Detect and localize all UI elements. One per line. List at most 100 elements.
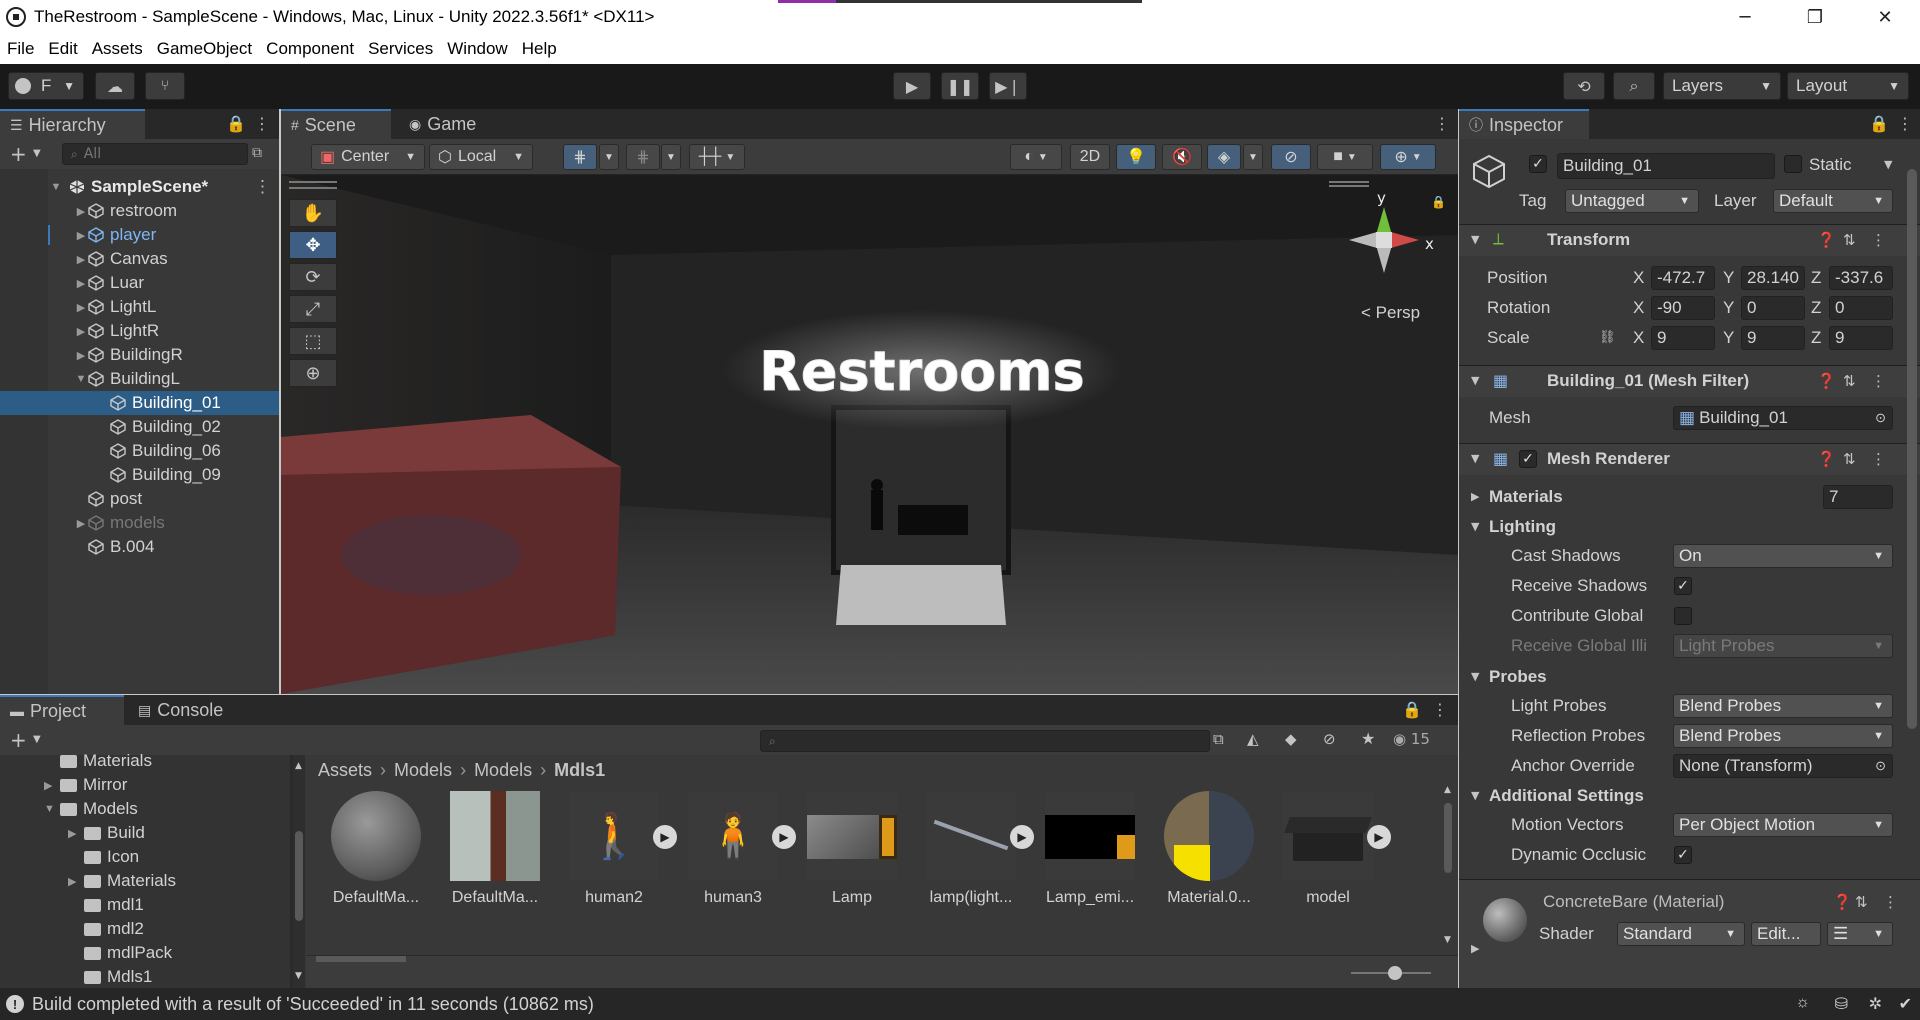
motion-vectors-dropdown[interactable]: Per Object Motion ▼	[1673, 813, 1893, 837]
project-folder-item[interactable]: ▶ Build	[68, 821, 145, 845]
favorite-star-icon[interactable]: ★	[1361, 729, 1375, 748]
space-local-dropdown[interactable]: ⬡ Local ▼	[429, 144, 533, 170]
status-message[interactable]: Build completed with a result of 'Succee…	[32, 994, 594, 1015]
project-folder-item[interactable]: ▶ Mirror	[44, 773, 127, 797]
transform-header[interactable]: ▼ ⟂ Transform ❓ ⇅ ⋮	[1459, 224, 1920, 256]
probes-foldout[interactable]: Probes	[1489, 667, 1547, 687]
increment-snap-dropdown[interactable]: ▼	[661, 144, 681, 170]
cache-server-icon[interactable]: ⛁	[1835, 994, 1848, 1014]
account-dropdown[interactable]: F ▼	[8, 72, 84, 100]
hierarchy-item[interactable]: Building_01	[0, 391, 279, 415]
project-folder-item[interactable]: ▶ Materials	[68, 869, 176, 893]
create-plus-icon[interactable]: +	[10, 728, 27, 752]
kebab-menu-icon[interactable]: ⋮	[1871, 450, 1886, 468]
hierarchy-item[interactable]: ▶ BuildingR	[0, 343, 279, 367]
scale-x-field[interactable]: 9	[1651, 326, 1715, 350]
hierarchy-item[interactable]: ▼ BuildingL	[0, 367, 279, 391]
object-name-field[interactable]: Building_01	[1557, 153, 1775, 179]
mesh-renderer-enabled-checkbox[interactable]: ✓	[1519, 450, 1537, 468]
hierarchy-item[interactable]: Building_09	[0, 463, 279, 487]
auto-generate-lighting-icon[interactable]: ☼	[1795, 994, 1810, 1012]
check-circle-icon[interactable]: ✔	[1899, 994, 1912, 1014]
fold-arrow-icon[interactable]: ▶	[68, 827, 84, 840]
ruler-dropdown[interactable]: ┼┼ ▼	[689, 144, 745, 170]
project-folder-item[interactable]: Mdls1	[68, 965, 152, 988]
fold-arrow-icon[interactable]: ▶	[74, 205, 88, 218]
kebab-menu-icon[interactable]: ⋮	[1883, 893, 1898, 911]
close-button[interactable]: ✕	[1850, 0, 1920, 34]
tag-dropdown[interactable]: Untagged ▼	[1565, 189, 1699, 213]
layout-dropdown[interactable]: Layout ▼	[1787, 72, 1909, 100]
fold-arrow-icon[interactable]: ▶	[74, 349, 88, 362]
pause-button[interactable]: ❚❚	[941, 72, 979, 100]
filter-by-label-icon[interactable]: ◆	[1285, 730, 1297, 748]
scene-visibility-toggle[interactable]: ⊘	[1271, 144, 1311, 170]
kebab-menu-icon[interactable]: ⋮	[1871, 372, 1886, 390]
search-filter-icon[interactable]: ⧉	[252, 145, 262, 161]
kebab-menu-icon[interactable]: ⋮	[254, 177, 271, 197]
tab-hierarchy[interactable]: ☰ Hierarchy	[0, 109, 145, 139]
asset-item[interactable]: Lamp	[794, 791, 910, 907]
asset-item[interactable]: ▶ model	[1270, 791, 1391, 907]
reflection-probes-dropdown[interactable]: Blend Probes ▼	[1673, 724, 1893, 748]
thumbnail-size-slider-knob[interactable]	[1388, 966, 1402, 980]
scene-row[interactable]: ▼ SampleScene* ⋮	[0, 175, 279, 199]
minimize-button[interactable]: ─	[1710, 0, 1780, 34]
gizmos-dropdown[interactable]: ⊕ ▼	[1380, 144, 1436, 170]
tab-inspector[interactable]: ⓘ Inspector	[1459, 109, 1589, 139]
hierarchy-item[interactable]: ▶ Luar	[0, 271, 279, 295]
fold-arrow-icon[interactable]: ▼	[1471, 520, 1479, 533]
search-button[interactable]: ⌕	[1613, 72, 1655, 100]
kebab-menu-icon[interactable]: ⋮	[1871, 231, 1886, 249]
hierarchy-search-input[interactable]: ⌕ All	[62, 143, 248, 165]
project-folder-item[interactable]: ▼ Models	[44, 797, 138, 821]
kebab-menu-icon[interactable]: ⋮	[254, 114, 270, 133]
position-x-field[interactable]: -472.7	[1651, 266, 1715, 290]
maximize-button[interactable]: ❐	[1780, 0, 1850, 34]
menu-component[interactable]: Component	[259, 39, 361, 59]
asset-scrollbar[interactable]: ▲ ▼	[1442, 785, 1454, 955]
asset-item[interactable]: Material.0...	[1151, 791, 1267, 907]
constrain-proportions-icon[interactable]: ⛓	[1599, 330, 1616, 345]
cast-shadows-dropdown[interactable]: On ▼	[1673, 544, 1893, 568]
light-probes-dropdown[interactable]: Blend Probes ▼	[1673, 694, 1893, 718]
debug-mode-icon[interactable]: ✲	[1869, 994, 1882, 1014]
rotation-x-field[interactable]: -90	[1651, 296, 1715, 320]
expand-asset-icon[interactable]: ▶	[1367, 825, 1391, 849]
gizmo-lock-icon[interactable]: 🔒	[1431, 195, 1446, 209]
hierarchy-item[interactable]: ▶ Canvas	[0, 247, 279, 271]
fold-arrow-icon[interactable]: ▼	[1471, 452, 1479, 465]
scroll-down-icon[interactable]: ▼	[295, 971, 302, 981]
scale-tool-button[interactable]: ⤢	[289, 295, 337, 323]
inspector-scrollbar[interactable]	[1907, 169, 1917, 729]
scroll-down-icon[interactable]: ▼	[1444, 935, 1451, 945]
presets-sliders-icon[interactable]: ⇅	[1843, 231, 1856, 249]
menu-gameobject[interactable]: GameObject	[150, 39, 259, 59]
hierarchy-item[interactable]: ▶ models	[0, 511, 279, 535]
fold-arrow-icon[interactable]: ▶	[74, 301, 88, 314]
asset-item[interactable]: 🧍 ▶ human3	[675, 791, 796, 907]
increment-snap-toggle[interactable]: ⋕	[626, 144, 660, 170]
breadcrumb-item[interactable]: Mdls1	[554, 760, 605, 781]
rect-tool-button[interactable]: ⬚	[289, 327, 337, 355]
dynamic-occlusion-checkbox[interactable]: ✓	[1674, 846, 1692, 864]
asset-scrollbar-thumb[interactable]	[1444, 803, 1452, 873]
help-icon[interactable]: ❓	[1817, 372, 1836, 390]
contribute-gi-checkbox[interactable]	[1674, 607, 1692, 625]
scale-z-field[interactable]: 9	[1829, 326, 1893, 350]
fold-arrow-icon[interactable]: ▶	[1471, 942, 1479, 955]
asset-item[interactable]: 🚶 ▶ human2	[556, 791, 677, 907]
mesh-filter-header[interactable]: ▼ ▦ Building_01 (Mesh Filter) ❓ ⇅ ⋮	[1459, 365, 1920, 397]
tab-scene[interactable]: # Scene	[281, 109, 391, 139]
fold-arrow-icon[interactable]: ▶	[74, 325, 88, 338]
tab-project[interactable]: ▬ Project	[0, 695, 124, 725]
asset-item[interactable]: DefaultMa...	[437, 791, 553, 907]
lighting-toggle[interactable]: 💡	[1116, 144, 1156, 170]
active-checkbox[interactable]: ✓	[1529, 155, 1547, 173]
shader-options-dropdown[interactable]: ☰ ▼	[1827, 922, 1893, 946]
static-checkbox[interactable]	[1784, 155, 1802, 173]
object-picker-icon[interactable]: ⊙	[1875, 758, 1886, 774]
menu-window[interactable]: Window	[440, 39, 514, 59]
hierarchy-item[interactable]: post	[0, 487, 279, 511]
rotation-z-field[interactable]: 0	[1829, 296, 1893, 320]
